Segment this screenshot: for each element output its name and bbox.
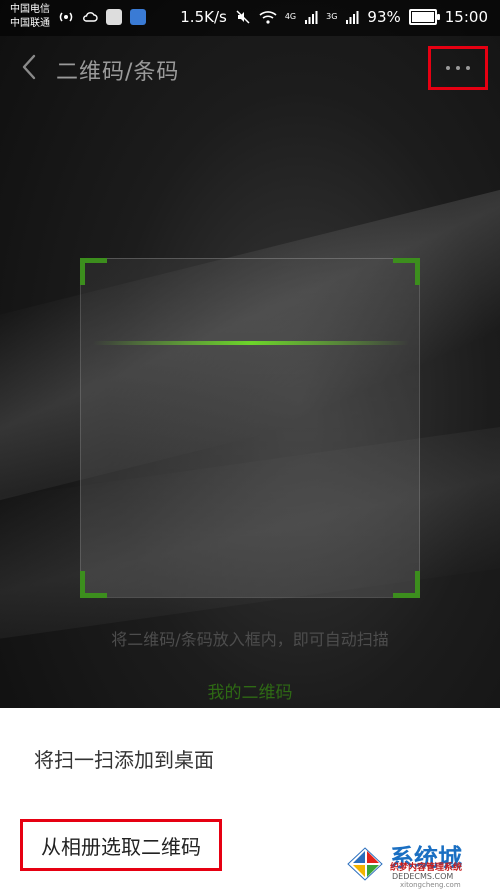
- clock: 15:00: [444, 8, 488, 26]
- scan-screen: 中国电信 中国联通 1.5K/s 4G 3G 93% 15:00 二维码/条码 …: [0, 0, 500, 889]
- add-to-desktop-option[interactable]: 将扫一扫添加到桌面: [34, 744, 214, 773]
- frame-corner-top-right: [393, 258, 420, 285]
- carrier-labels: 中国电信 中国联通: [10, 3, 50, 31]
- hotspot-icon: [59, 12, 73, 22]
- page-title: 二维码/条码: [56, 60, 180, 85]
- status-right: 1.5K/s 4G 3G 93% 15:00: [180, 8, 488, 26]
- status-notification-icons: [58, 9, 146, 25]
- back-arrow-icon[interactable]: [18, 52, 42, 82]
- app-header: 二维码/条码: [0, 36, 500, 98]
- network-type-2: 3G: [326, 12, 338, 21]
- cloud-icon: [83, 12, 98, 22]
- scan-hint: 将二维码/条码放入框内，即可自动扫描: [111, 630, 389, 649]
- battery-icon: [408, 9, 440, 25]
- network-type-1: 4G: [284, 12, 297, 21]
- frame-corner-bottom-right: [393, 571, 420, 598]
- my-qr-code-link[interactable]: 我的二维码: [0, 678, 500, 703]
- select-from-album-option[interactable]: 从相册选取二维码: [41, 831, 201, 860]
- scan-frame: [80, 258, 420, 598]
- carrier-2: 中国联通: [10, 18, 50, 29]
- network-speed: 1.5K/s: [180, 8, 227, 26]
- scan-line: [93, 341, 409, 345]
- status-bar: 中国电信 中国联通 1.5K/s 4G 3G 93% 15:00: [0, 0, 500, 36]
- watermark-url: xitongcheng.com: [400, 881, 461, 889]
- carrier-1: 中国电信: [10, 4, 50, 15]
- frame-corner-top-left: [80, 258, 107, 285]
- battery-percent: 93%: [367, 8, 401, 26]
- signal-icon-1: [305, 11, 318, 24]
- wechat-notification-icon: [130, 9, 146, 25]
- select-from-album-highlight: 从相册选取二维码: [20, 819, 222, 871]
- app-notification-icon: [106, 9, 122, 25]
- windows-logo-icon: [347, 847, 383, 881]
- watermark: 系统城 织梦内容管理系统 DEDECMS.COM xitongcheng.com: [340, 836, 500, 889]
- more-menu-button[interactable]: [428, 46, 488, 90]
- wifi-icon: [259, 11, 277, 24]
- watermark-domain: DEDECMS.COM: [392, 872, 454, 881]
- mute-icon: [236, 10, 250, 24]
- battery-fill: [411, 12, 434, 22]
- more-dots-icon: [446, 66, 470, 70]
- signal-icon-2: [346, 11, 359, 24]
- frame-corner-bottom-left: [80, 571, 107, 598]
